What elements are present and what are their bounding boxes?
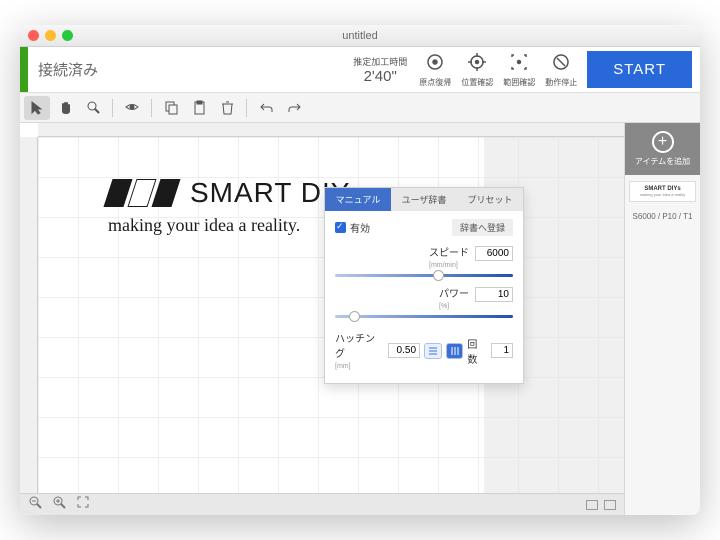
layout-toggle-1[interactable] — [586, 500, 598, 510]
checkbox-icon — [335, 222, 346, 233]
zoom-out-icon — [28, 495, 42, 509]
window-title: untitled — [20, 30, 700, 42]
count-label: 回数 — [467, 336, 487, 366]
estimate-block: 推定加工時間 2'40" — [353, 55, 407, 85]
panel-tabs: マニュアル ユーザ辞書 プリセット — [325, 188, 523, 211]
fit-button[interactable] — [76, 495, 90, 514]
power-param: パワー [%] — [335, 285, 513, 318]
lines-v-icon — [450, 346, 460, 356]
zoom-in-button[interactable] — [52, 495, 66, 514]
hatching-label: ハッチング — [335, 334, 375, 360]
toolbar-separator — [151, 99, 152, 117]
sidebar: + アイテムを追加 SMART DIYs making your idea a … — [624, 123, 700, 515]
item-preset-label: S6000 / P10 / T1 — [625, 212, 700, 221]
add-item-button[interactable]: + アイテムを追加 — [625, 123, 700, 175]
speed-param: スピード [mm/min] — [335, 244, 513, 277]
ruler-vertical — [20, 137, 38, 515]
copy-icon — [164, 100, 179, 115]
header-bar: 接続済み 推定加工時間 2'40" 原点復帰 位置確認 範囲確認 動作停止 ST — [20, 47, 700, 93]
panel-body: 有効 辞書へ登録 スピード [mm/min] — [325, 211, 523, 383]
logo-mark-icon — [108, 179, 180, 207]
hatching-input[interactable] — [388, 343, 420, 358]
stop-icon — [551, 52, 571, 72]
connection-indicator — [20, 47, 28, 92]
titlebar: untitled — [20, 25, 700, 47]
main-body: SMART DIYS making your idea a reality. マ… — [20, 123, 700, 515]
trash-icon — [220, 100, 235, 115]
eye-icon — [125, 100, 140, 115]
home-icon — [425, 52, 445, 72]
position-button[interactable]: 位置確認 — [457, 52, 497, 88]
plus-icon: + — [652, 131, 674, 153]
start-button[interactable]: START — [587, 51, 692, 88]
delete-tool[interactable] — [214, 96, 240, 120]
home-button[interactable]: 原点復帰 — [415, 52, 455, 88]
copy-tool[interactable] — [158, 96, 184, 120]
hatch-vertical-button[interactable] — [446, 343, 464, 359]
power-label: パワー — [439, 289, 469, 300]
hatch-horizontal-button[interactable] — [424, 343, 442, 359]
expand-icon — [76, 495, 90, 509]
tab-preset[interactable]: プリセット — [457, 188, 523, 211]
redo-icon — [287, 100, 302, 115]
power-input[interactable] — [475, 287, 513, 302]
estimate-time: 2'40" — [353, 68, 407, 85]
toolbar-separator — [246, 99, 247, 117]
header-action-buttons: 原点復帰 位置確認 範囲確認 動作停止 — [415, 52, 581, 88]
pan-tool[interactable] — [52, 96, 78, 120]
canvas-area[interactable]: SMART DIYS making your idea a reality. マ… — [20, 123, 624, 515]
speed-input[interactable] — [475, 246, 513, 261]
count-input[interactable] — [491, 343, 513, 358]
range-button[interactable]: 範囲確認 — [499, 52, 539, 88]
zoom-in-icon — [52, 495, 66, 509]
ruler-horizontal — [38, 123, 624, 137]
enable-checkbox[interactable]: 有効 — [335, 220, 370, 235]
crosshair-icon — [467, 52, 487, 72]
range-icon — [509, 52, 529, 72]
select-tool[interactable] — [24, 96, 50, 120]
hand-icon — [58, 100, 73, 115]
clipboard-icon — [192, 100, 207, 115]
layout-toggle-2[interactable] — [604, 500, 616, 510]
paste-tool[interactable] — [186, 96, 212, 120]
tab-userdict[interactable]: ユーザ辞書 — [391, 188, 457, 211]
connection-status: 接続済み — [38, 59, 353, 80]
app-window: untitled 接続済み 推定加工時間 2'40" 原点復帰 位置確認 範囲確… — [20, 25, 700, 515]
lines-h-icon — [428, 346, 438, 356]
parameter-panel: マニュアル ユーザ辞書 プリセット 有効 辞書へ登録 — [324, 187, 524, 384]
magnifier-icon — [86, 100, 101, 115]
statusbar — [20, 493, 624, 515]
power-slider[interactable] — [335, 315, 513, 318]
zoom-out-button[interactable] — [28, 495, 42, 514]
toolbar — [20, 93, 700, 123]
speed-slider[interactable] — [335, 274, 513, 277]
stop-button[interactable]: 動作停止 — [541, 52, 581, 88]
undo-icon — [259, 100, 274, 115]
visibility-tool[interactable] — [119, 96, 145, 120]
hatching-row: ハッチング [mm] 回数 — [335, 330, 513, 371]
item-thumbnail[interactable]: SMART DIYs making your idea a reality — [629, 181, 696, 202]
tab-manual[interactable]: マニュアル — [325, 188, 391, 211]
speed-label: スピード — [429, 248, 469, 259]
toolbar-separator — [112, 99, 113, 117]
undo-tool[interactable] — [253, 96, 279, 120]
estimate-label: 推定加工時間 — [353, 55, 407, 68]
register-button[interactable]: 辞書へ登録 — [452, 219, 513, 236]
zoom-tool[interactable] — [80, 96, 106, 120]
redo-tool[interactable] — [281, 96, 307, 120]
cursor-icon — [30, 100, 45, 115]
